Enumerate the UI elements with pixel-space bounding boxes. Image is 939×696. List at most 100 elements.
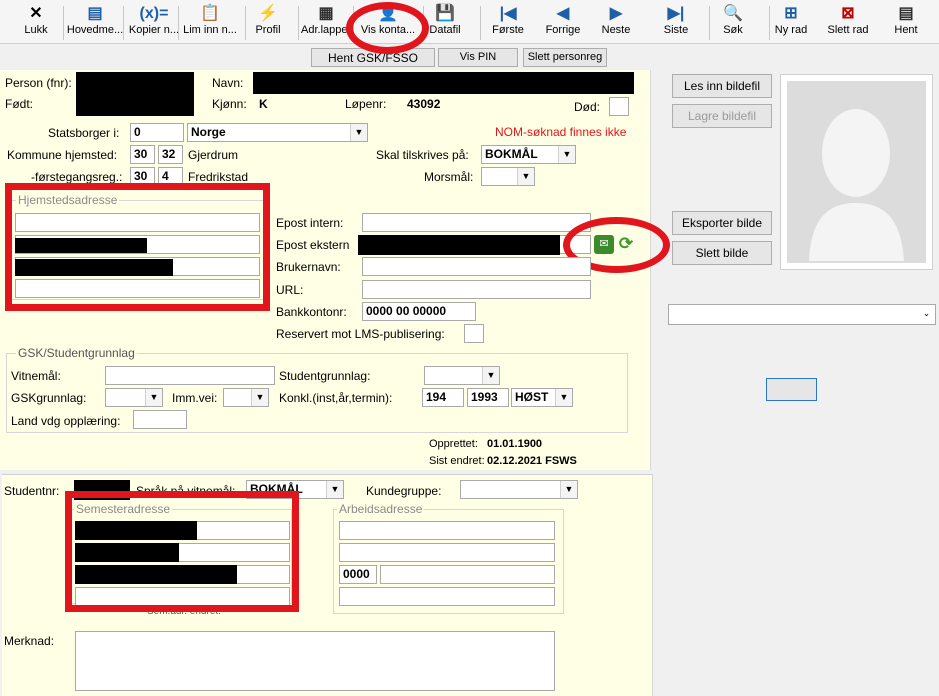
endret-label: Sist endret: (429, 455, 485, 467)
toolbar-button-previous-record[interactable]: ◀ Forrige (537, 4, 589, 42)
toolbar-button-profile-lightning[interactable]: ⚡ Profil (247, 4, 289, 42)
profile-lightning-icon: ⚡ (258, 5, 278, 22)
toolbar-button-new-row[interactable]: ⊞ Ny rad (771, 4, 811, 42)
toolbar-button-first-record[interactable]: |◀ Første (482, 4, 534, 42)
toolbar-button-address-labels[interactable]: ▦ Adr.lapper (301, 4, 351, 42)
nom-notice: NOM-søknad finnes ikke (495, 125, 627, 139)
skal-select[interactable]: BOKMÅL ▼ (481, 145, 576, 164)
arbeid-postnr-input[interactable]: 0000 (339, 565, 377, 584)
toolbar-button-search[interactable]: 🔍 Søk (713, 4, 753, 42)
chevron-down-icon: ⌄ (918, 305, 935, 322)
vis-pin-button[interactable]: Vis PIN (438, 48, 518, 67)
chevron-down-icon: ▼ (558, 146, 575, 163)
konkl-termin-select[interactable]: HØST ▼ (511, 388, 573, 407)
toolbar-button-main-menu[interactable]: ▤ Hovedme... (66, 4, 124, 42)
arbeid-line2-input[interactable] (339, 543, 555, 562)
toolbar-button-fetch[interactable]: ▤ Hent (887, 4, 925, 42)
kjonn-label: Kjønn: (212, 97, 247, 111)
toolbar-separator (178, 6, 179, 40)
dod-checkbox[interactable] (609, 97, 629, 116)
morsmal-select[interactable]: ▼ (481, 167, 535, 186)
photo-select[interactable]: ⌄ (668, 304, 936, 325)
toolbar-button-delete-row[interactable]: ⊠ Slett rad (827, 4, 869, 42)
reservert-checkbox[interactable] (464, 324, 484, 343)
toolbar-label: Ny rad (774, 24, 808, 36)
delete-row-icon: ⊠ (841, 5, 855, 22)
slett-personreg-button[interactable]: Slett personreg (523, 48, 607, 67)
url-input[interactable] (362, 280, 591, 299)
gsk-title: GSK/Studentgrunnlag (16, 346, 137, 360)
chevron-down-icon: ▼ (555, 389, 572, 406)
toolbar-label: Første (492, 24, 524, 36)
address-labels-icon: ▦ (318, 5, 334, 22)
close-icon: ✕ (29, 5, 43, 22)
toolbar-button-close[interactable]: ✕ Lukk (7, 4, 65, 42)
toolbar-button-next-record[interactable]: ▶ Neste (595, 4, 637, 42)
vitnemal-input[interactable] (105, 366, 275, 385)
annotation-redbox-hjemsted (5, 183, 270, 311)
toolbar-label: Datafil (429, 24, 461, 36)
epost-intern-label: Epost intern: (276, 216, 344, 230)
bankkonto-input[interactable]: 0000 00 00000 (362, 302, 476, 321)
toolbar-separator (709, 6, 710, 40)
slett-bilde-button[interactable]: Slett bilde (672, 241, 772, 265)
epost-ekstern-label: Epost ekstern (276, 238, 350, 252)
merknad-textarea[interactable] (75, 631, 555, 691)
toolbar-label: Slett rad (827, 24, 869, 36)
kundegruppe-select[interactable]: ▼ (460, 480, 578, 499)
toolbar-button-copy-number[interactable]: (x)= Kopier n... (126, 4, 182, 42)
forstegang-name: Fredrikstad (188, 170, 249, 184)
toolbar-button-last-record[interactable]: ▶| Siste (654, 4, 698, 42)
lagre-bildefil-button[interactable]: Lagre bildefil (672, 104, 772, 128)
statsborger-select[interactable]: Norge ▼ (187, 123, 368, 142)
eksporter-bilde-button[interactable]: Eksporter bilde (672, 211, 772, 235)
toolbar-label: Lim inn n... (183, 24, 237, 36)
kommune-code1-input[interactable]: 30 (130, 145, 155, 164)
paste-number-icon: 📋 (200, 5, 220, 22)
studentgrunnlag-select[interactable]: ▼ (424, 366, 500, 385)
konkl-ar-input[interactable]: 1993 (467, 388, 509, 407)
toolbar-button-save-datafile[interactable]: 💾 Datafil (425, 4, 465, 42)
opprettet-value: 01.01.1900 (487, 438, 543, 450)
blank-button[interactable] (766, 378, 817, 401)
reservert-label: Reservert mot LMS-publisering: (276, 327, 445, 341)
kommune-name: Gjerdrum (188, 148, 239, 162)
brukernavn-input[interactable] (362, 257, 591, 276)
statsborger-label: Statsborger i: (48, 126, 120, 140)
arbeid-title: Arbeidsadresse (337, 502, 425, 516)
next-record-icon: ▶ (609, 5, 623, 22)
land-input[interactable] (133, 410, 187, 429)
toolbar-separator (123, 6, 124, 40)
person-silhouette-icon (787, 81, 926, 263)
arbeid-poststed-input[interactable] (380, 565, 555, 584)
toolbar-button-paste-number[interactable]: 📋 Lim inn n... (181, 4, 239, 42)
forstegang-label: -førstegangsreg.: (31, 170, 123, 184)
fetch-icon: ▤ (898, 5, 914, 22)
merknad-label: Merknad: (4, 634, 55, 648)
immvei-select[interactable]: ▼ (223, 388, 269, 407)
chevron-down-icon: ▼ (145, 389, 162, 406)
studentgrunnlag-label: Studentgrunnlag: (279, 369, 371, 383)
kommune-code2-input[interactable]: 32 (158, 145, 183, 164)
fodt-label: Født: (5, 97, 34, 111)
gskgrunnlag-label: GSKgrunnlag: (11, 391, 87, 405)
statsborger-code-input[interactable]: 0 (130, 123, 184, 142)
arbeid-line1-input[interactable] (339, 521, 555, 540)
annotation-redbox-semester (65, 491, 299, 612)
photo-frame (780, 74, 933, 270)
chevron-down-icon: ▼ (326, 481, 343, 498)
toolbar-label: Adr.lapper (301, 24, 351, 36)
konkl-label: Konkl.(inst,år,termin): (279, 391, 393, 405)
lopenr-label: Løpenr: (345, 97, 387, 111)
main-menu-icon: ▤ (87, 5, 103, 22)
kommune-label: Kommune hjemsted: (7, 148, 118, 162)
toolbar-separator (769, 6, 770, 40)
gskgrunnlag-select[interactable]: ▼ (105, 388, 163, 407)
arbeid-line4-input[interactable] (339, 587, 555, 606)
epost-intern-input[interactable] (362, 213, 591, 232)
konkl-termin-value: HØST (515, 390, 549, 404)
kundegruppe-label: Kundegruppe: (366, 484, 442, 498)
konkl-inst-input[interactable]: 194 (422, 388, 464, 407)
chevron-down-icon: ▼ (560, 481, 577, 498)
les-inn-bildefil-button[interactable]: Les inn bildefil (672, 74, 772, 98)
